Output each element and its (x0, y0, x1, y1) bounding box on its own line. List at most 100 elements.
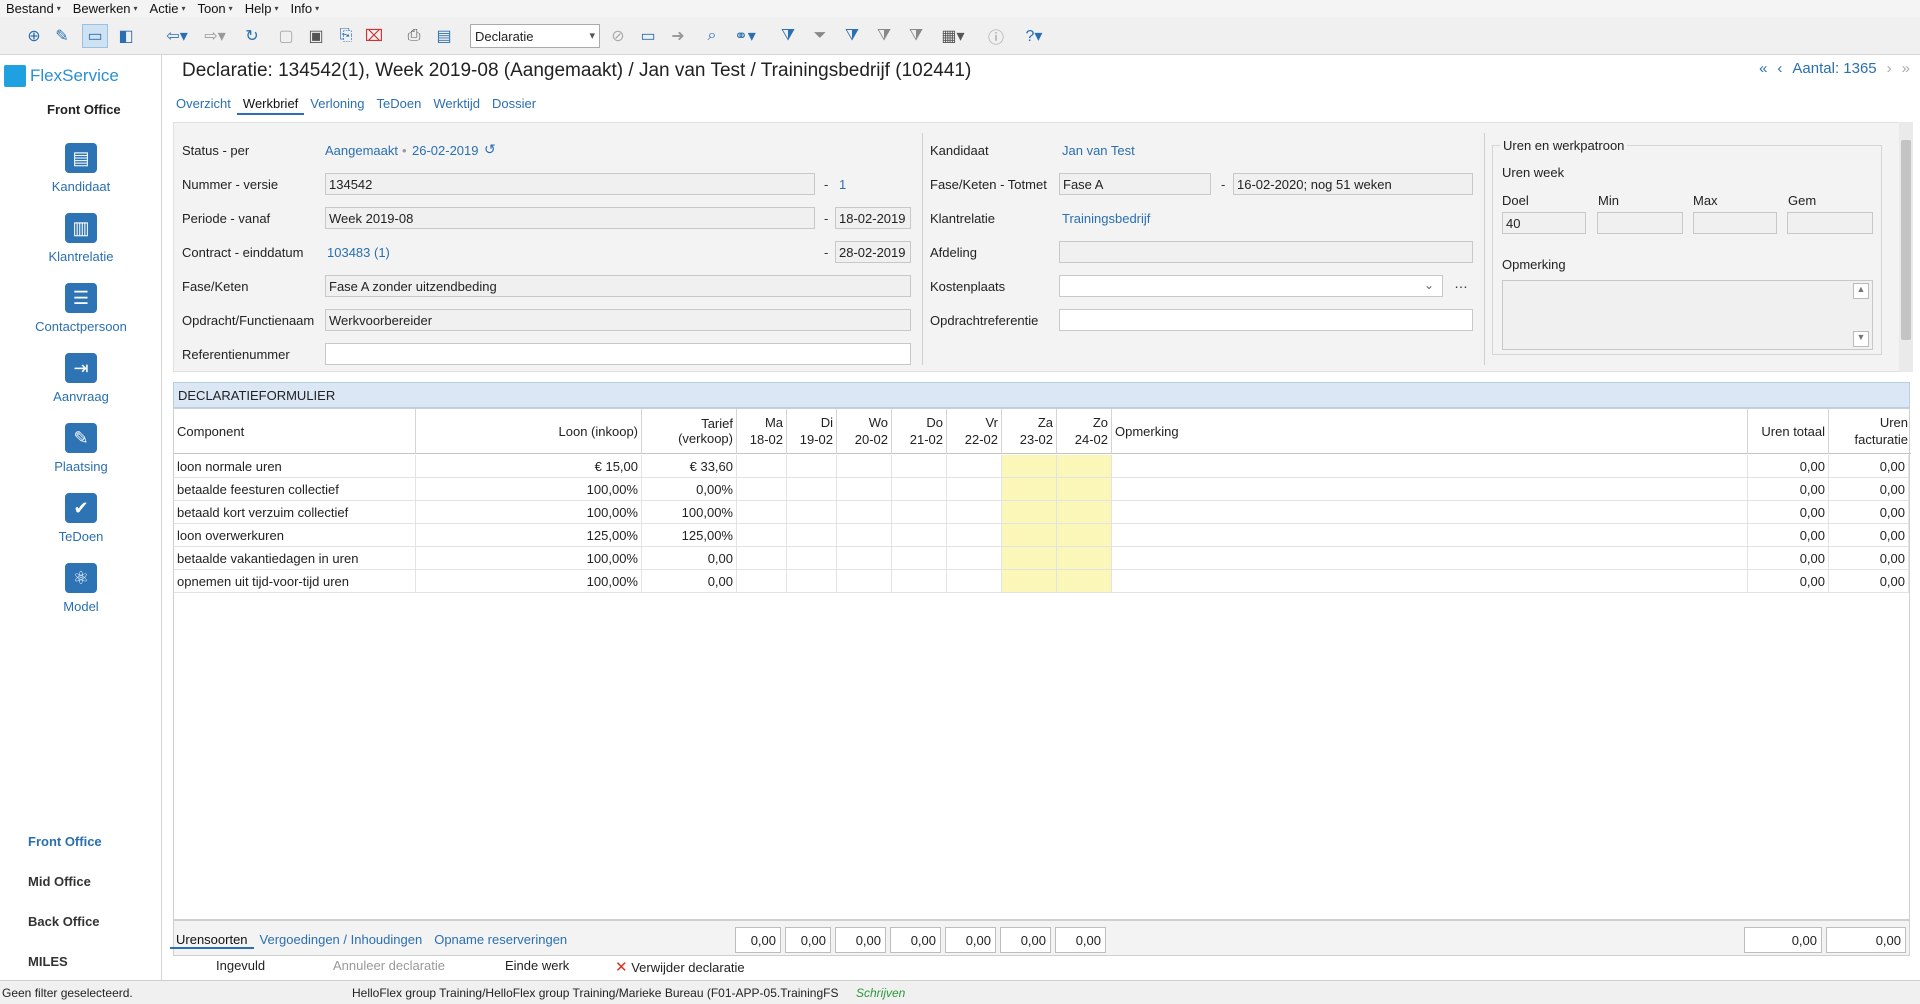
sidebar-item-kandidaat[interactable]: ▤ Kandidaat (0, 143, 162, 194)
cell-loon[interactable]: 100,00% (416, 547, 642, 569)
cell-tarief[interactable]: 0,00 (642, 570, 737, 592)
cell-day-hours[interactable] (947, 547, 1002, 569)
tab-dossier[interactable]: Dossier (486, 94, 542, 115)
col-opmerking[interactable]: Opmerking (1112, 409, 1748, 454)
subtab-vergoedingen[interactable]: Vergoedingen / Inhoudingen (254, 932, 429, 949)
cell-day-hours[interactable] (892, 570, 947, 592)
layout-panel-icon[interactable]: ▭ (82, 24, 108, 48)
cell-opmerking[interactable] (1112, 501, 1748, 523)
max-field[interactable] (1693, 212, 1777, 234)
cell-day-hours[interactable] (1057, 478, 1112, 500)
cell-day-hours[interactable] (837, 501, 892, 523)
kandidaat-value[interactable]: Jan van Test (1062, 143, 1135, 158)
cell-uren-totaal[interactable]: 0,00 (1748, 547, 1829, 569)
cell-day-hours[interactable] (737, 455, 787, 477)
cell-uren-facturatie[interactable]: 0,00 (1829, 478, 1909, 500)
cell-opmerking[interactable] (1112, 570, 1748, 592)
cell-uren-totaal[interactable]: 0,00 (1748, 524, 1829, 546)
klantrelatie-value[interactable]: Trainingsbedrijf (1062, 211, 1150, 226)
last-record-icon[interactable]: » (1902, 60, 1910, 77)
cell-day-hours[interactable] (1057, 547, 1112, 569)
filter-clear-icon[interactable]: ⧩ (904, 24, 928, 48)
bottom-nav-back-office[interactable]: Back Office (28, 914, 100, 929)
ingevuld-button[interactable]: Ingevuld (216, 958, 265, 973)
table-row[interactable]: loon normale uren € 15,00 € 33,60 0,00 0,00 (174, 455, 1909, 478)
menu-toon[interactable]: Toon ▾ (191, 1, 238, 16)
arrow-right-icon[interactable]: ➜ (666, 24, 690, 48)
search-icon[interactable]: ⌕ (700, 24, 724, 48)
scrollbar-thumb[interactable] (1901, 140, 1911, 340)
cell-day-hours[interactable] (837, 570, 892, 592)
refresh-icon[interactable]: ↻ (240, 24, 264, 48)
cell-day-hours[interactable] (1002, 501, 1057, 523)
split-view-icon[interactable]: ◧ (114, 24, 138, 48)
tab-tedoen[interactable]: TeDoen (371, 94, 428, 115)
back-arrow-icon[interactable]: ⇦▾ (162, 24, 192, 48)
more-options-icon[interactable]: … (1454, 275, 1468, 291)
menu-info[interactable]: Info ▾ (284, 1, 325, 16)
cell-day-hours[interactable] (737, 524, 787, 546)
nummer-field[interactable]: 134542 (325, 173, 815, 195)
menu-help[interactable]: Help ▾ (239, 1, 285, 16)
next-record-icon[interactable]: › (1887, 60, 1892, 77)
sidebar-item-aanvraag[interactable]: ⇥ Aanvraag (0, 353, 162, 404)
clear-filter-icon[interactable]: ⊘ (606, 24, 630, 48)
cell-day-hours[interactable] (737, 478, 787, 500)
cell-tarief[interactable]: 0,00% (642, 478, 737, 500)
scroll-down-icon[interactable]: ▼ (1853, 331, 1869, 347)
cell-day-hours[interactable] (837, 524, 892, 546)
table-row[interactable]: betaald kort verzuim collectief 100,00% 10… (174, 501, 1909, 524)
cell-day-hours[interactable] (947, 478, 1002, 500)
tab-overzicht[interactable]: Overzicht (170, 94, 237, 115)
filter-apply-icon[interactable]: ⧩ (840, 24, 864, 48)
cell-day-hours[interactable] (837, 547, 892, 569)
col-day[interactable]: Wo 20-02 (837, 409, 892, 454)
subtab-urensoorten[interactable]: Urensoorten (170, 932, 254, 949)
cell-component[interactable]: betaalde feesturen collectief (174, 478, 416, 500)
periode-date-field[interactable]: 18-02-2019 (835, 207, 911, 229)
annuleer-declaratie-button[interactable]: Annuleer declaratie (333, 958, 445, 973)
filter-icon[interactable]: ⏷ (808, 24, 832, 48)
verwijder-declaratie-button[interactable]: ✕ Verwijder declaratie (615, 958, 745, 976)
discard-icon[interactable]: ▢ (274, 24, 298, 48)
col-day[interactable]: Vr 22-02 (947, 409, 1002, 454)
bottom-nav-miles[interactable]: MILES (28, 954, 68, 969)
referentie-field[interactable] (325, 343, 911, 365)
view-select[interactable]: Declaratie ▾ (470, 24, 600, 48)
status-value[interactable]: Aangemaakt (325, 143, 398, 158)
cell-opmerking[interactable] (1112, 524, 1748, 546)
col-day[interactable]: Zo 24-02 (1057, 409, 1112, 454)
report-icon[interactable]: ▤ (432, 24, 456, 48)
cell-loon[interactable]: € 15,00 (416, 455, 642, 477)
cell-day-hours[interactable] (947, 524, 1002, 546)
delete-document-icon[interactable]: ⌧ (362, 24, 386, 48)
cell-day-hours[interactable] (947, 501, 1002, 523)
info-icon[interactable]: ⓘ (984, 24, 1008, 48)
cell-day-hours[interactable] (1057, 501, 1112, 523)
cell-day-hours[interactable] (892, 524, 947, 546)
cell-day-hours[interactable] (1057, 455, 1112, 477)
cell-day-hours[interactable] (1002, 478, 1057, 500)
cell-component[interactable]: betaald kort verzuim collectief (174, 501, 416, 523)
cell-uren-facturatie[interactable]: 0,00 (1829, 570, 1909, 592)
cell-day-hours[interactable] (947, 570, 1002, 592)
tab-verloning[interactable]: Verloning (304, 94, 370, 115)
opdracht-field[interactable]: Werkvoorbereider (325, 309, 911, 331)
history-icon[interactable]: ↺ (484, 141, 496, 158)
cell-tarief[interactable]: 0,00 (642, 547, 737, 569)
cell-uren-totaal[interactable]: 0,00 (1748, 501, 1829, 523)
cell-day-hours[interactable] (892, 501, 947, 523)
kostenplaats-select[interactable] (1059, 275, 1443, 297)
col-day[interactable]: Di 19-02 (787, 409, 837, 454)
cell-day-hours[interactable] (787, 455, 837, 477)
cell-day-hours[interactable] (737, 501, 787, 523)
contract-value[interactable]: 103483 (1) (327, 245, 390, 260)
previous-record-icon[interactable]: ‹ (1777, 60, 1782, 77)
status-date[interactable]: 26-02-2019 (412, 143, 479, 158)
sidebar-item-contactpersoon[interactable]: ☰ Contactpersoon (0, 283, 162, 334)
min-field[interactable] (1597, 212, 1683, 234)
tab-werkbrief[interactable]: Werkbrief (236, 94, 305, 115)
periode-field[interactable]: Week 2019-08 (325, 207, 815, 229)
menu-bewerken[interactable]: Bewerken ▾ (67, 1, 144, 16)
col-day[interactable]: Do 21-02 (892, 409, 947, 454)
